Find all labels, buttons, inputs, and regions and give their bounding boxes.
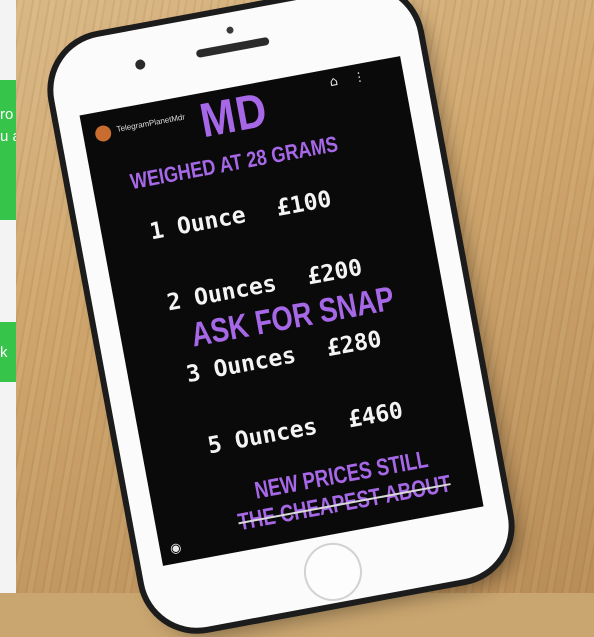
price-qty: 5 Ounces [205,413,320,460]
story-title: MD [195,82,272,148]
price-value: £280 [324,326,384,363]
avatar[interactable] [93,124,113,143]
chat-bubble-line: ro [0,106,14,123]
price-row: 5 Ounces £460 [206,398,405,460]
camera-icon[interactable]: ◉ [169,540,183,557]
price-row: 1 Ounce £100 [148,186,334,245]
home-icon[interactable]: ⌂ [328,74,339,90]
price-qty: 1 Ounce [147,202,248,246]
price-value: £100 [274,186,334,222]
chat-bubble-line: k [0,344,8,361]
story-username[interactable]: TelegramPlanetMdr [116,112,186,133]
price-value: £460 [345,397,406,434]
more-vertical-icon[interactable]: ⋮ [352,69,366,85]
